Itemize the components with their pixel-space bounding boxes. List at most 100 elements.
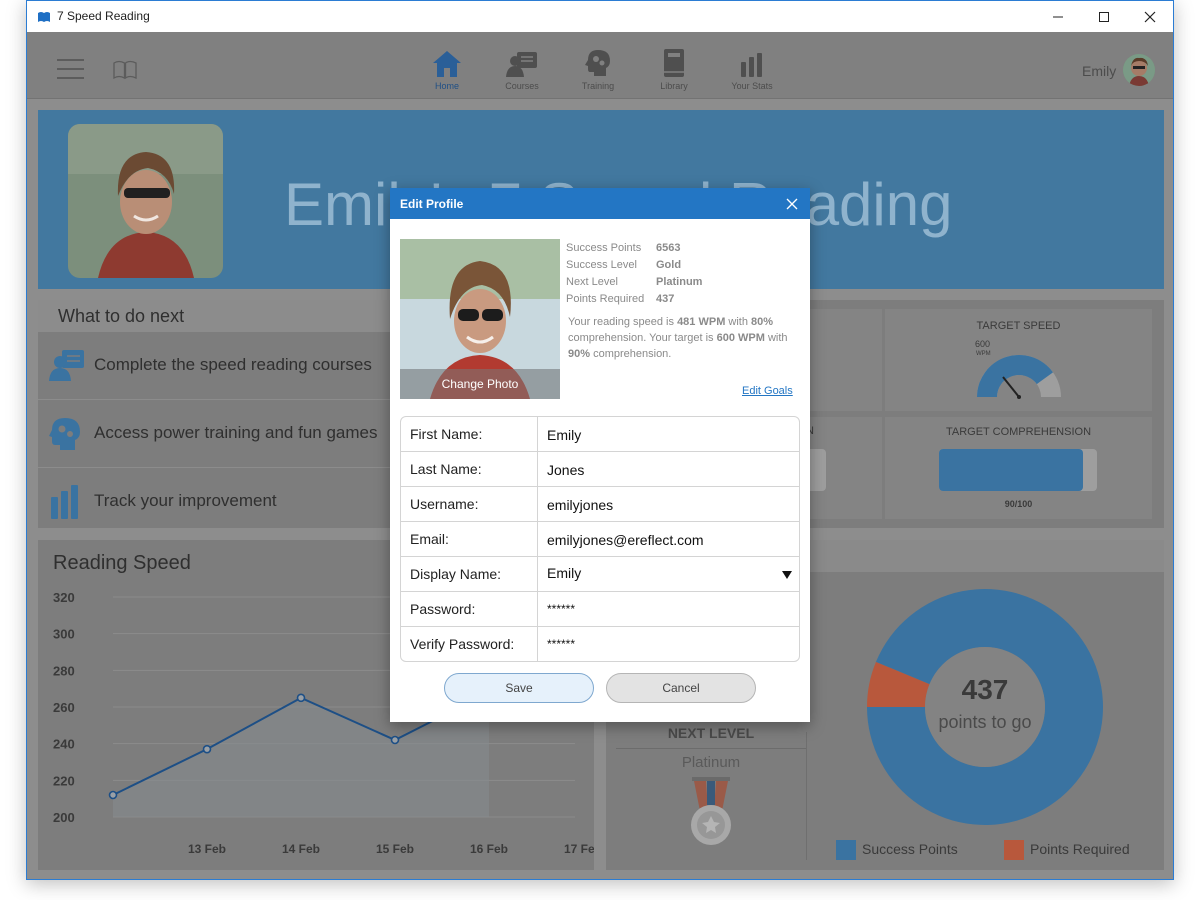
info-label: Next Level: [566, 276, 618, 288]
minimize-button[interactable]: [1035, 1, 1081, 32]
info-value: Platinum: [656, 276, 703, 288]
todo-label-courses: Complete the speed reading courses: [94, 355, 372, 374]
window-title: 7 Speed Reading: [57, 9, 150, 23]
cancel-button[interactable]: Cancel: [606, 673, 756, 703]
y-tick-label: 320: [53, 590, 75, 605]
y-tick-label: 220: [53, 773, 75, 788]
msg-text: comprehension. Your target is: [568, 332, 717, 344]
comprehension-fill: [939, 449, 1083, 491]
next-level-divider: [616, 748, 806, 749]
chart-title: Reading Speed: [53, 552, 191, 574]
close-icon: [786, 198, 798, 210]
profile-form: First Name: Emily Last Name: Jones Usern…: [400, 416, 800, 662]
dialog-close-button[interactable]: [780, 192, 804, 216]
first-name-label: First Name:: [401, 417, 538, 452]
email-label: Email:: [401, 522, 538, 557]
nav-label-your-stats: Your Stats: [731, 81, 773, 91]
hamburger-menu-icon[interactable]: [57, 58, 85, 85]
display-name-select[interactable]: Emily: [539, 557, 799, 592]
verify-password-label: Verify Password:: [401, 627, 538, 661]
info-value: Gold: [656, 259, 682, 271]
user-name: Emily: [1082, 63, 1117, 79]
x-tick-label: 17 Feb: [564, 842, 594, 856]
password-label: Password:: [401, 592, 538, 627]
username-field[interactable]: emilyjones: [539, 487, 799, 522]
form-row-username: Username: emilyjones: [401, 487, 799, 522]
display-name-value: Emily: [547, 565, 582, 581]
title-bar: 7 Speed Reading: [27, 1, 1173, 32]
dropdown-arrow-icon[interactable]: [781, 570, 793, 580]
x-tick-label: 16 Feb: [470, 842, 508, 856]
maximize-button[interactable]: [1081, 1, 1127, 32]
close-window-button[interactable]: [1127, 1, 1173, 32]
target-speed-label: TARGET SPEED: [976, 320, 1061, 332]
minimize-icon: [1053, 16, 1063, 17]
maximize-icon: [1099, 11, 1109, 22]
nav-your-stats[interactable]: Your Stats: [720, 48, 784, 91]
speed-data-point: [390, 735, 400, 745]
targets-panel: N TARGET SPEED 600 WPM TARGET COMPREHENS…: [806, 300, 1164, 528]
msg-current-speed: 481 WPM: [677, 316, 726, 328]
username-label: Username:: [401, 487, 538, 522]
msg-target-speed: 600 WPM: [716, 332, 765, 344]
training-icon: [585, 50, 610, 76]
last-name-label: Last Name:: [401, 452, 538, 487]
target-speed-box: TARGET SPEED 600 WPM: [885, 309, 1152, 411]
nav-training[interactable]: Training: [566, 48, 630, 91]
dialog-header: Edit Profile: [390, 188, 810, 219]
change-photo-button[interactable]: Change Photo: [400, 369, 560, 399]
speed-data-point: [108, 790, 118, 800]
password-field[interactable]: ******: [539, 592, 799, 627]
donut-hole: [925, 647, 1045, 767]
nav-label-courses: Courses: [505, 81, 539, 91]
nav-label-library: Library: [660, 81, 688, 91]
target-comprehension-box: TARGET COMPREHENSION 90/100: [885, 417, 1152, 519]
todo-title: What to do next: [38, 300, 400, 332]
todo-item-courses[interactable]: Complete the speed reading courses: [38, 332, 400, 400]
msg-text: with: [725, 316, 752, 328]
stat-box-partial-2: N: [806, 417, 882, 519]
donut-value: 437: [961, 674, 1009, 705]
nav-home[interactable]: Home: [415, 48, 479, 91]
user-avatar[interactable]: [1123, 54, 1155, 86]
training-icon: [48, 416, 82, 457]
comprehension-track: [939, 449, 1097, 491]
form-row-last-name: Last Name: Jones: [401, 452, 799, 487]
info-label: Success Level: [566, 259, 637, 271]
y-tick-label: 240: [53, 737, 75, 752]
first-name-field[interactable]: Emily: [539, 417, 799, 452]
todo-item-training[interactable]: Access power training and fun games: [38, 400, 400, 468]
verify-password-field[interactable]: ******: [539, 627, 799, 661]
donut-caption: points to go: [938, 712, 1032, 732]
nav-label-training: Training: [581, 81, 615, 91]
courses-icon: [48, 348, 86, 387]
stats-icon: [741, 53, 762, 77]
todo-item-improvement[interactable]: Track your improvement: [38, 468, 400, 536]
email-field[interactable]: emilyjones@ereflect.com: [539, 522, 799, 557]
what-to-do-next-panel: What to do next Complete the speed readi…: [38, 300, 400, 528]
x-tick-label: 15 Feb: [376, 842, 414, 856]
profile-photo[interactable]: Change Photo: [400, 239, 560, 399]
speed-gauge: [977, 355, 1061, 399]
save-button[interactable]: Save: [444, 673, 594, 703]
stats-icon: [48, 484, 82, 525]
legend-swatch-required: [1004, 840, 1024, 860]
msg-text: Your reading speed is: [568, 316, 678, 328]
nav-courses[interactable]: Courses: [490, 48, 554, 91]
edit-profile-dialog: Edit Profile Change Photo Success Points…: [390, 188, 810, 722]
form-row-verify-password: Verify Password: ******: [401, 627, 799, 661]
library-icon: [664, 49, 684, 77]
open-book-icon[interactable]: [112, 60, 138, 85]
top-navigation: Home Courses Training Library Your Stats…: [27, 32, 1173, 99]
reading-speed-message: Your reading speed is 481 WPM with 80% c…: [568, 314, 798, 362]
nav-library[interactable]: Library: [642, 48, 706, 91]
next-level-title: NEXT LEVEL: [667, 725, 755, 741]
todo-label-training: Access power training and fun games: [94, 423, 378, 442]
last-name-field[interactable]: Jones: [539, 452, 799, 487]
form-row-display-name: Display Name: Emily: [401, 557, 799, 592]
stat-box-partial: [806, 309, 882, 411]
msg-target-comprehension: 90%: [568, 348, 591, 360]
info-value: 6563: [656, 242, 681, 254]
edit-goals-link[interactable]: Edit Goals: [742, 385, 793, 397]
medal-icon: [691, 777, 731, 845]
